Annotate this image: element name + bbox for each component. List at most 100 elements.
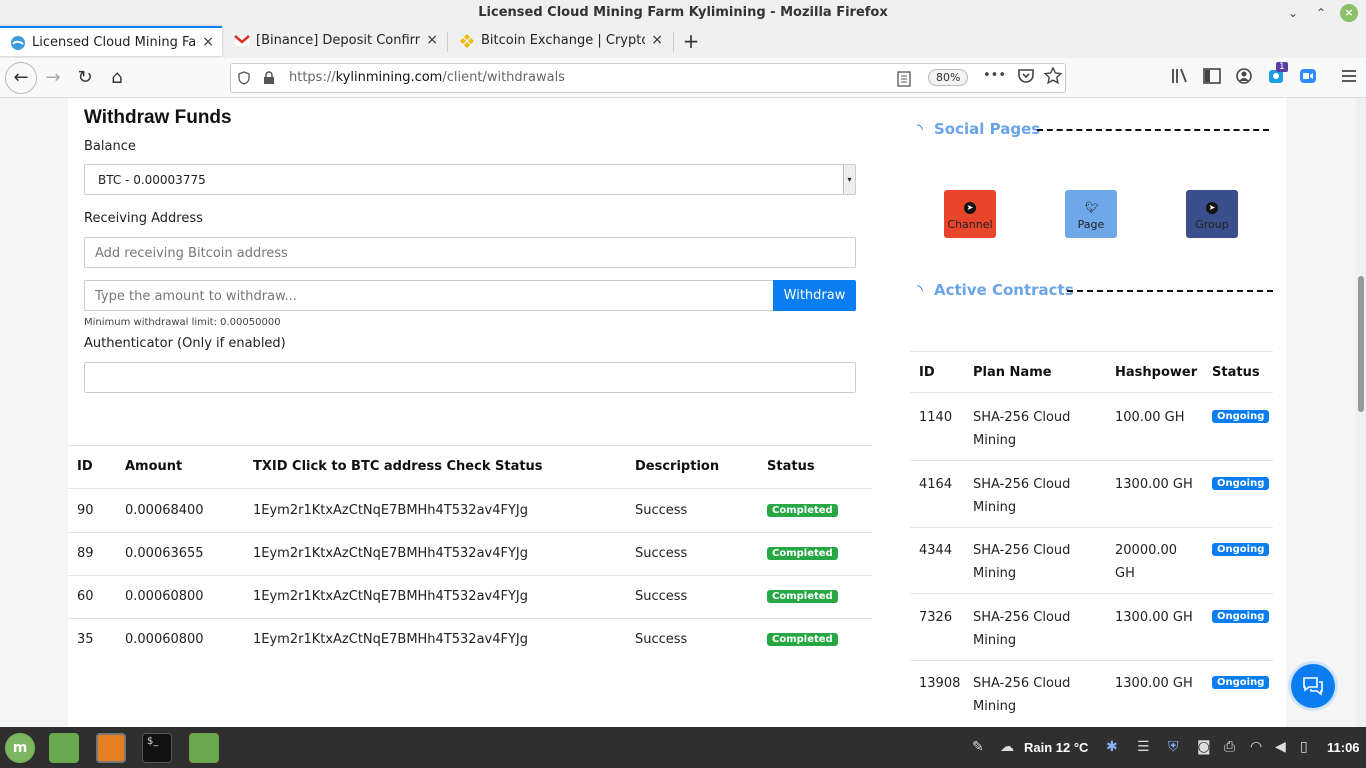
url-bar[interactable]: https://kylinmining.com/client/withdrawa…	[230, 63, 1066, 93]
loading-spinner-icon: ◝	[917, 120, 923, 138]
system-taskbar: m $_ ✎ ☁ Rain 12 °C ✱ ☰ ⛨ ◙ ⎙ ◠ ◀ ▯ 11:0…	[0, 727, 1366, 768]
table-row: 89 0.00063655 1Eym2r1KtxAzCtNqE7BMHh4T53…	[68, 533, 872, 576]
chat-widget-button[interactable]	[1291, 664, 1335, 708]
table-row: 1140 SHA-256 Cloud Mining 100.00 GH Ongoi…	[910, 394, 1273, 461]
page-actions-icon[interactable]: •••	[983, 68, 1006, 83]
telegram-icon: ➤	[964, 202, 976, 214]
status-badge: Completed	[767, 633, 838, 646]
cell-plan: SHA-256 Cloud Mining	[973, 473, 1070, 519]
balance-select[interactable]: BTC - 0.00003775 ▾	[84, 164, 856, 195]
url-text[interactable]: https://kylinmining.com/client/withdrawa…	[289, 70, 565, 85]
menu-icon[interactable]	[1338, 67, 1360, 85]
zoom-indicator[interactable]: 80%	[928, 69, 969, 86]
zoom-meeting-icon[interactable]	[1297, 67, 1319, 85]
camera-icon[interactable]: ◙	[1197, 739, 1211, 755]
cell-hashpower: 1300.00 GH	[1115, 606, 1193, 629]
battery-icon[interactable]: ▯	[1300, 739, 1308, 755]
reader-view-icon[interactable]	[897, 71, 911, 87]
page-margin-left	[0, 98, 68, 727]
cell-id: 4164	[919, 477, 953, 492]
library-icon[interactable]	[1169, 67, 1191, 85]
cell-id: 35	[77, 632, 94, 647]
cell-txid-link[interactable]: 1Eym2r1KtxAzCtNqE7BMHh4T532av4FYJg	[253, 632, 528, 647]
social-heading-text: Social Pages	[934, 120, 1041, 138]
loading-spinner-icon: ◝	[917, 281, 923, 299]
storage-icon[interactable]: ☰	[1137, 739, 1150, 755]
cell-id: 60	[77, 589, 94, 604]
reload-button[interactable]: ↻	[71, 64, 99, 92]
scrollbar-thumb[interactable]	[1358, 276, 1364, 412]
table-row: 60 0.00060800 1Eym2r1KtxAzCtNqE7BMHh4T53…	[68, 576, 872, 619]
bluetooth-icon[interactable]: ✱	[1106, 739, 1118, 755]
status-badge: Completed	[767, 547, 838, 560]
back-button[interactable]: ←	[5, 62, 37, 94]
col-header-id: ID	[77, 459, 93, 474]
tab-close-icon[interactable]: ×	[651, 32, 663, 48]
minimize-icon[interactable]: ⌄	[1283, 3, 1303, 23]
pocket-icon[interactable]	[1015, 67, 1037, 85]
firefox-icon[interactable]	[96, 733, 126, 763]
cell-hashpower: 100.00 GH	[1115, 406, 1184, 429]
tab-bitcoin-exchange[interactable]: Bitcoin Exchange | Cryptoc ×	[449, 26, 671, 56]
tab-kylinmining[interactable]: Licensed Cloud Mining Farm ×	[0, 26, 222, 56]
window-title: Licensed Cloud Mining Farm Kylimining - …	[478, 5, 888, 20]
cell-txid-link[interactable]: 1Eym2r1KtxAzCtNqE7BMHh4T532av4FYJg	[253, 546, 528, 561]
twitter-page-button[interactable]: 🐦︎ Page	[1065, 190, 1117, 238]
tab-close-icon[interactable]: ×	[202, 34, 214, 50]
authenticator-input[interactable]	[84, 362, 856, 393]
home-button[interactable]: ⌂	[103, 64, 131, 92]
plan-line: SHA-256 Cloud	[973, 676, 1071, 691]
col-header-amount: Amount	[125, 459, 183, 474]
cell-amount: 0.00060800	[125, 632, 204, 647]
hashpower-line: GH	[1115, 566, 1135, 581]
close-window-icon[interactable]: ×	[1340, 4, 1358, 22]
chevron-down-icon[interactable]: ▾	[843, 165, 855, 194]
receiving-address-input[interactable]: Add receiving Bitcoin address	[84, 237, 856, 268]
wifi-icon[interactable]: ◠	[1250, 739, 1262, 755]
printer-icon[interactable]: ⎙	[1224, 739, 1235, 755]
page-scrollbar[interactable]	[1356, 98, 1366, 727]
terminal-icon[interactable]: $_	[142, 733, 172, 763]
lock-icon[interactable]	[263, 71, 275, 85]
forward-button[interactable]: →	[39, 64, 67, 92]
security-shield-icon[interactable]: ⛨	[1168, 739, 1179, 755]
hashpower-line: 100.00 GH	[1115, 410, 1185, 425]
clock[interactable]: 11:06	[1327, 740, 1360, 755]
telegram-group-button[interactable]: ➤ Group	[1186, 190, 1238, 238]
shield-icon[interactable]	[237, 71, 251, 85]
globe-icon	[11, 36, 25, 50]
col-header-hashpower: Hashpower	[1115, 365, 1198, 380]
status-badge: Ongoing	[1212, 610, 1270, 623]
file-manager-icon[interactable]	[49, 733, 79, 763]
volume-icon[interactable]: ◀	[1275, 739, 1286, 755]
account-icon[interactable]	[1233, 67, 1255, 85]
cell-id: 1140	[919, 410, 953, 425]
social-button-label: Page	[1077, 218, 1105, 231]
telegram-channel-button[interactable]: ➤ Channel	[944, 190, 996, 238]
cell-hashpower: 20000.00 GH	[1115, 539, 1177, 585]
withdraw-button[interactable]: Withdraw	[773, 280, 856, 311]
cell-amount: 0.00063655	[125, 546, 204, 561]
status-badge: Completed	[767, 504, 838, 517]
folder-icon[interactable]	[189, 733, 219, 763]
gmail-icon	[234, 35, 250, 46]
tab-close-icon[interactable]: ×	[426, 32, 438, 48]
tab-label: Bitcoin Exchange | Cryptoc	[481, 33, 645, 48]
weather-icon[interactable]: ☁	[1000, 739, 1014, 755]
notes-icon[interactable]: ✎	[972, 739, 984, 755]
maximize-icon[interactable]: ⌃	[1311, 3, 1331, 23]
new-tab-button[interactable]: +	[680, 29, 702, 53]
url-scheme: https://	[289, 70, 336, 85]
page-content: Withdraw Funds Balance BTC - 0.00003775 …	[0, 98, 1356, 727]
sidebar-icon[interactable]	[1201, 67, 1223, 85]
hashpower-line: 1300.00 GH	[1115, 676, 1193, 691]
cell-txid-link[interactable]: 1Eym2r1KtxAzCtNqE7BMHh4T532av4FYJg	[253, 503, 528, 518]
url-path: /client/withdrawals	[442, 70, 565, 85]
mint-menu-icon[interactable]: m	[5, 733, 35, 763]
cell-hashpower: 1300.00 GH	[1115, 672, 1193, 695]
weather-text[interactable]: Rain 12 °C	[1024, 740, 1088, 755]
bookmark-star-icon[interactable]	[1042, 67, 1064, 85]
cell-txid-link[interactable]: 1Eym2r1KtxAzCtNqE7BMHh4T532av4FYJg	[253, 589, 528, 604]
amount-input[interactable]: Type the amount to withdraw...	[84, 280, 774, 311]
tab-binance-gmail[interactable]: [Binance] Deposit Confirme ×	[224, 26, 446, 56]
